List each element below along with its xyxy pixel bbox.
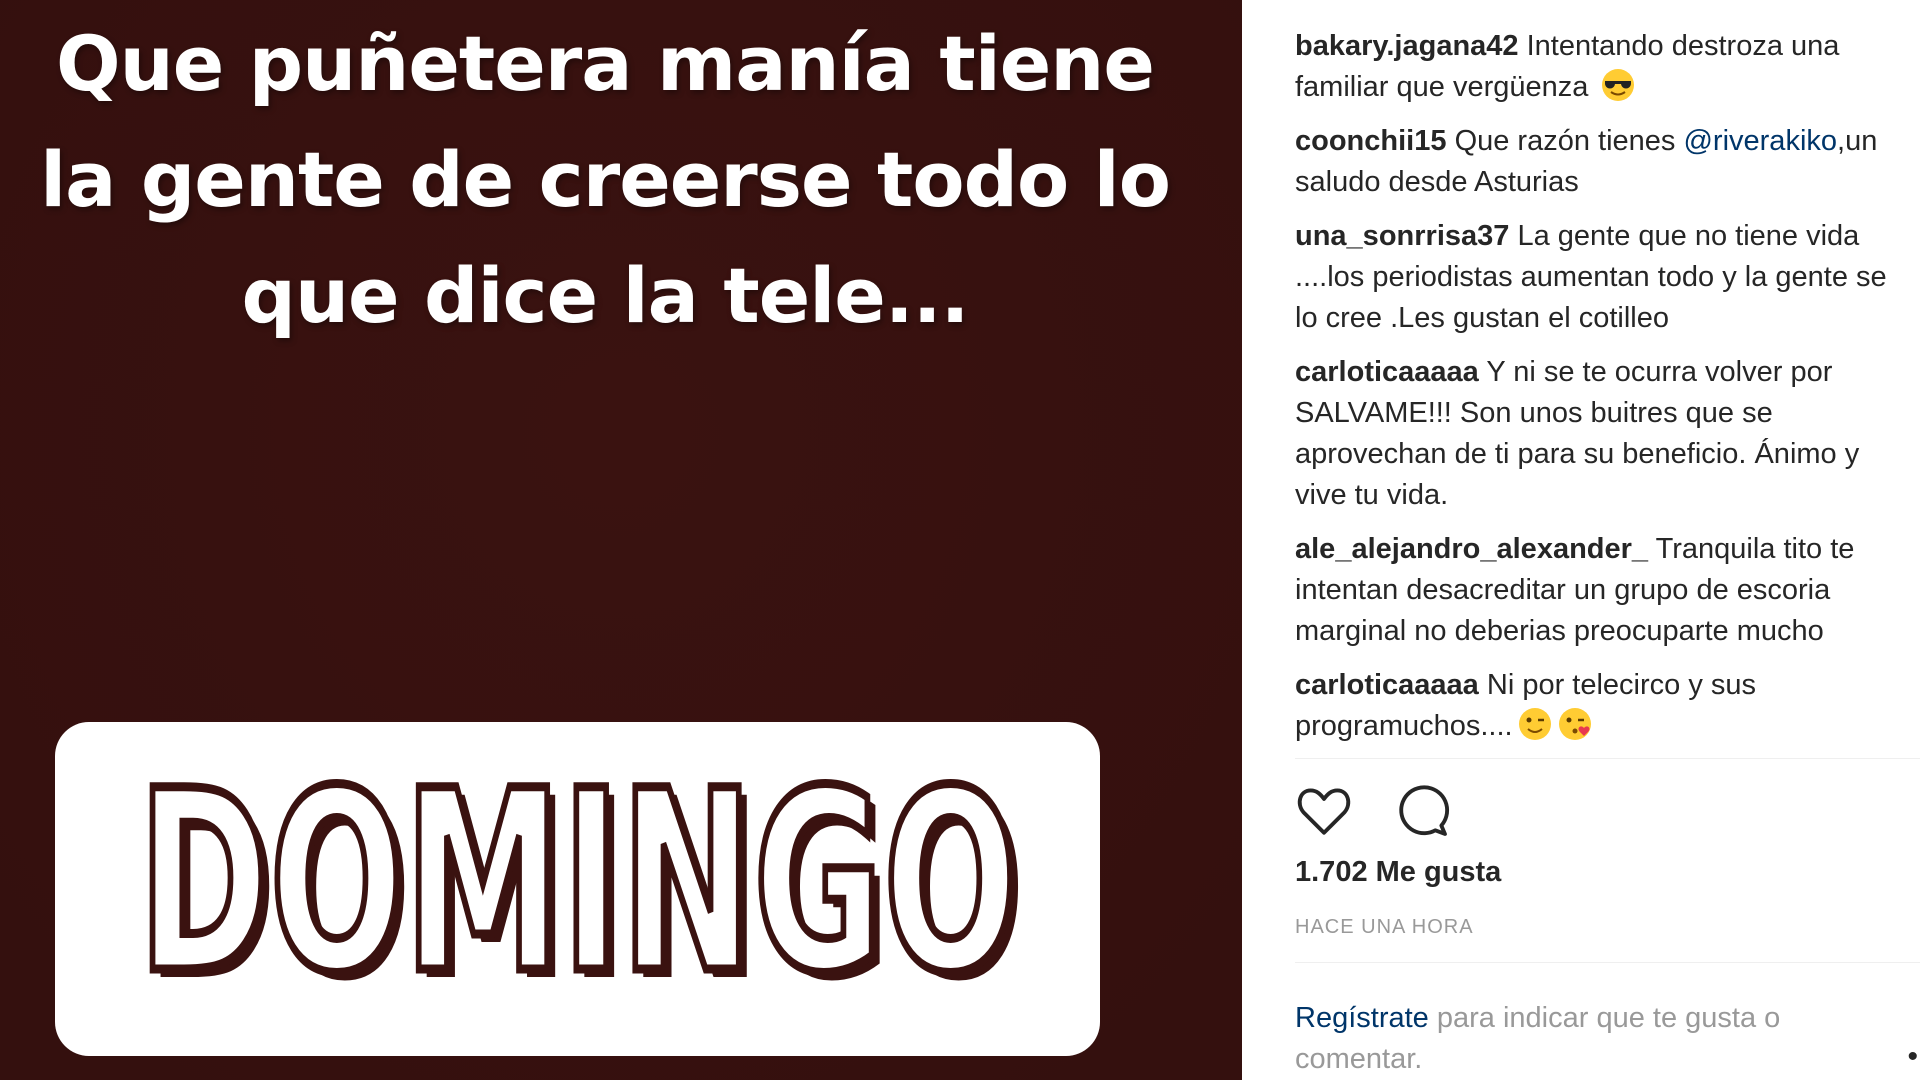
comment: una_sonrrisa37 La gente que no tiene vid… <box>1295 216 1915 339</box>
story-caption: Que puñetera manía tiene la gente de cre… <box>30 6 1180 354</box>
caption-line-2: la gente de creerse todo lo <box>40 135 1171 224</box>
more-options-icon[interactable]: • <box>1907 1040 1918 1074</box>
comment-username[interactable]: carloticaaaaa <box>1295 669 1479 701</box>
divider <box>1295 758 1920 759</box>
likes-count[interactable]: 1.702 Me gusta <box>1295 856 1501 889</box>
sticker-text: DOMINGO <box>138 739 1018 1028</box>
signup-link[interactable]: Regístrate <box>1295 1002 1429 1034</box>
domingo-sticker-graphic: DOMINGO DOMINGO <box>133 739 1026 1036</box>
comment-username[interactable]: una_sonrrisa37 <box>1295 220 1509 252</box>
comment: carloticaaaaa Ni por telecirco y sus pro… <box>1295 665 1915 747</box>
post-sidebar: bakary.jagana42 Intentando destroza una … <box>1242 0 1920 1080</box>
comment: bakary.jagana42 Intentando destroza una … <box>1295 26 1915 108</box>
comments-list: bakary.jagana42 Intentando destroza una … <box>1295 26 1915 760</box>
comment-icon[interactable] <box>1393 782 1451 840</box>
kissing-face-icon <box>1558 708 1591 740</box>
comment: ale_alejandro_alexander_ Tranquila tito … <box>1295 529 1915 652</box>
winking-face-icon <box>1518 708 1551 740</box>
story-image: Que puñetera manía tiene la gente de cre… <box>0 0 1242 1080</box>
domingo-sticker: DOMINGO DOMINGO <box>55 722 1100 1056</box>
mention-link[interactable]: @riverakiko <box>1683 125 1837 157</box>
comment-username[interactable]: bakary.jagana42 <box>1295 30 1519 62</box>
sunglasses-face-icon <box>1602 69 1635 101</box>
comment-username[interactable]: ale_alejandro_alexander_ <box>1295 533 1648 565</box>
comment-username[interactable]: carloticaaaaa <box>1295 356 1479 388</box>
login-prompt: Regístrate para indicar que te gusta o c… <box>1295 998 1855 1080</box>
post-timestamp: HACE UNA HORA <box>1295 916 1474 938</box>
caption-line-3: que dice la tele... <box>241 251 970 340</box>
comment: coonchii15 Que razón tienes @riverakiko,… <box>1295 121 1915 203</box>
comment: carloticaaaaa Y ni se te ocurra volver p… <box>1295 352 1915 516</box>
post-actions <box>1295 782 1451 840</box>
comment-username[interactable]: coonchii15 <box>1295 125 1447 157</box>
caption-line-1: Que puñetera manía tiene <box>56 19 1155 108</box>
divider <box>1295 962 1920 963</box>
comment-text: Que razón tienes <box>1454 125 1684 157</box>
heart-icon[interactable] <box>1295 782 1353 840</box>
